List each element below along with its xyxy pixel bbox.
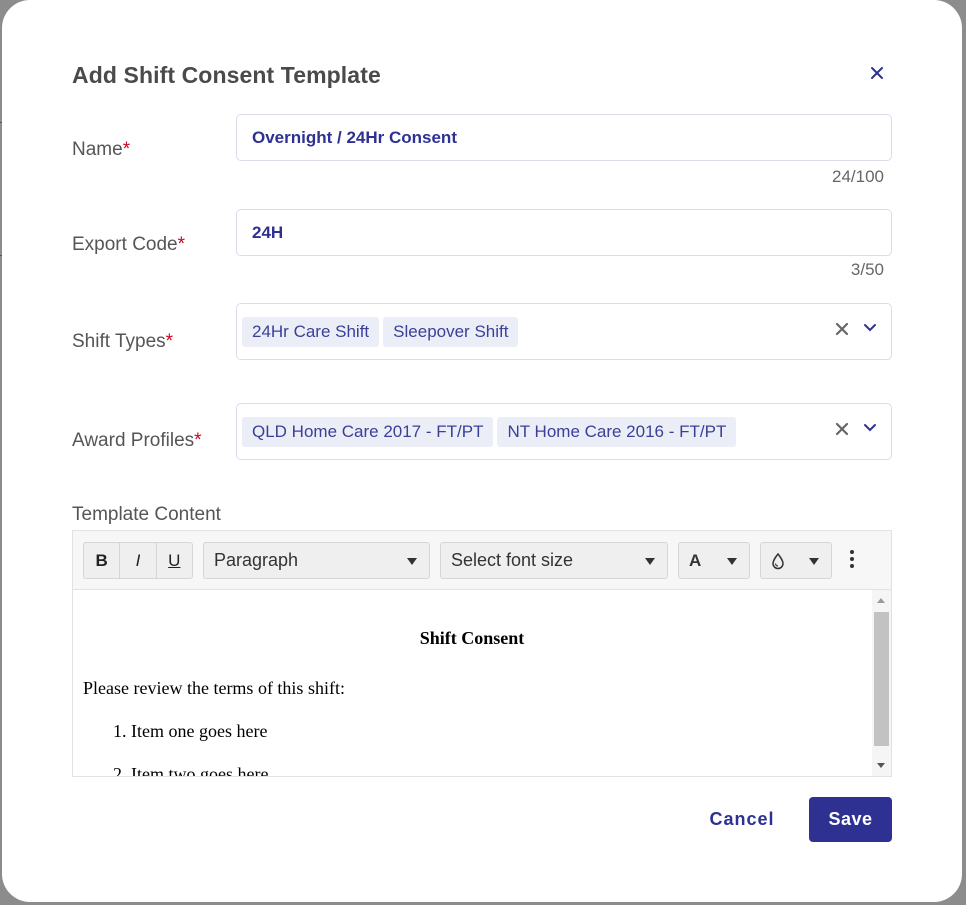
editor-toolbar: B I U Paragraph Select font size A — [73, 531, 891, 590]
name-value: Overnight / 24Hr Consent — [252, 127, 457, 147]
shift-types-select[interactable]: 24Hr Care Shift Sleepover Shift — [236, 303, 892, 360]
rich-text-editor: B I U Paragraph Select font size A Shift… — [72, 530, 892, 777]
font-size-select[interactable]: Select font size — [440, 542, 668, 579]
block-format-value: Paragraph — [214, 550, 299, 570]
export-code-label: Export Code* — [72, 234, 186, 255]
caret-down-icon — [727, 558, 737, 565]
document-paragraph: Please review the terms of this shift: — [83, 678, 345, 698]
scroll-down-arrow[interactable] — [877, 763, 885, 768]
document-heading: Shift Consent — [419, 628, 525, 648]
caret-down-icon — [407, 558, 417, 565]
font-size-value: Select font size — [451, 550, 574, 570]
shift-types-label: Shift Types* — [72, 331, 174, 352]
caret-down-icon — [809, 558, 819, 565]
list-item: 2. Item two goes here — [113, 764, 269, 776]
bold-button[interactable]: B — [84, 543, 121, 578]
save-button[interactable]: Save — [809, 797, 892, 842]
clear-icon[interactable] — [835, 322, 849, 336]
export-code-char-counter: 3/50 — [850, 260, 884, 279]
export-code-value: 24H — [252, 222, 284, 242]
background-color-button[interactable] — [760, 542, 832, 579]
name-input[interactable]: Overnight / 24Hr Consent — [236, 114, 892, 161]
award-profile-chip[interactable]: QLD Home Care 2017 - FT/PT — [242, 416, 494, 447]
scroll-up-arrow[interactable] — [877, 598, 885, 603]
caret-down-icon — [645, 558, 655, 565]
shift-type-chip[interactable]: Sleepover Shift — [383, 316, 519, 347]
chevron-down-icon[interactable] — [863, 323, 877, 333]
list-item: 1. Item one goes here — [113, 721, 268, 741]
name-char-counter: 24/100 — [832, 167, 884, 186]
scroll-thumb[interactable] — [874, 612, 889, 746]
more-options-icon[interactable] — [849, 549, 855, 569]
editor-scrollbar[interactable] — [872, 590, 891, 776]
font-color-button[interactable]: A — [678, 542, 750, 579]
close-button[interactable] — [864, 60, 890, 86]
name-label: Name* — [72, 139, 131, 160]
add-template-dialog: Add Shift Consent Template Name* Overnig… — [2, 0, 962, 902]
underline-button[interactable]: U — [157, 543, 192, 578]
shift-type-chip[interactable]: 24Hr Care Shift — [242, 316, 380, 347]
chevron-down-icon[interactable] — [863, 423, 877, 433]
export-code-input[interactable]: 24H — [236, 209, 892, 256]
font-color-icon: A — [689, 550, 702, 570]
italic-button[interactable]: I — [120, 543, 157, 578]
editor-content-area[interactable]: Shift Consent Please review the terms of… — [73, 590, 891, 776]
award-profiles-select[interactable]: QLD Home Care 2017 - FT/PT NT Home Care … — [236, 403, 892, 460]
award-profiles-label: Award Profiles* — [72, 430, 202, 451]
close-icon — [871, 67, 883, 79]
template-content-label: Template Content — [72, 504, 221, 525]
clear-icon[interactable] — [835, 422, 849, 436]
dialog-title: Add Shift Consent Template — [72, 62, 381, 88]
format-button-group: B I U — [83, 542, 193, 579]
award-profile-chip[interactable]: NT Home Care 2016 - FT/PT — [497, 416, 737, 447]
cancel-button[interactable]: Cancel — [692, 797, 792, 841]
droplet-icon — [772, 552, 784, 569]
block-format-select[interactable]: Paragraph — [203, 542, 430, 579]
